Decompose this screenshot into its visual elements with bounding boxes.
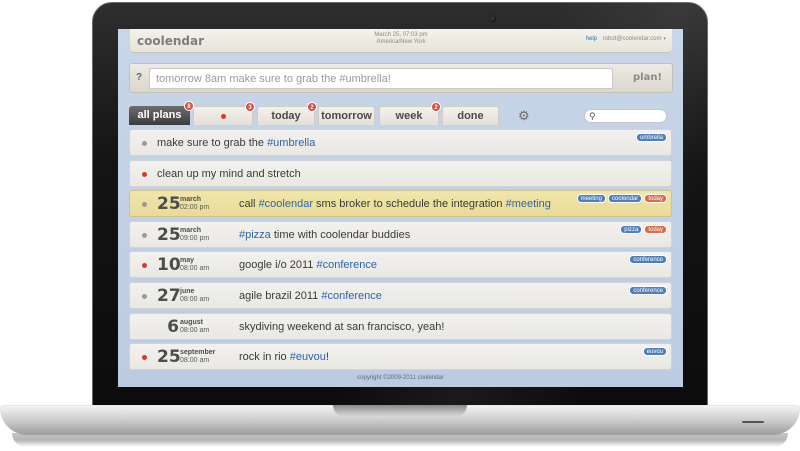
item-text: clean up my mind and stretch [157,168,301,180]
label-badge[interactable]: pizza [620,225,643,234]
item-labels: pizza today [618,218,667,236]
tab-label: done [457,110,484,122]
list-item[interactable]: 25 march 02:00 pm call #coolendar sms br… [129,190,672,217]
item-text: call #coolendar sms broker to schedule t… [239,198,551,210]
account-email: robot@coolendar.com [602,36,662,42]
tab-week[interactable]: week 2 [379,102,441,125]
quick-add-bar: ? plan! [129,63,673,93]
account-menu[interactable]: robot@coolendar.com ▾ [603,36,666,42]
account-area: help robot@coolendar.com ▾ [586,36,666,42]
item-labels: umbrella [634,126,667,144]
item-month: march [180,227,202,234]
gear-icon[interactable]: ⚙ [518,108,530,123]
question-icon: ? [136,72,143,83]
header-bar: coolendar March 25, 07:03 pm America/New… [130,29,672,53]
list-item[interactable]: 10 may 08:00 am google i/o 2011 #confere… [129,251,672,278]
tab-label: tomorrow [321,110,372,122]
app-screen: coolendar March 25, 07:03 pm America/New… [118,29,683,387]
item-day: 25 [157,225,181,245]
item-month: august [180,319,203,326]
tab-label: all plans [137,109,182,121]
item-day: 27 [157,286,181,306]
status-bullet [142,233,147,238]
item-time: 08:00 am [180,357,210,364]
webcam-icon [489,15,497,23]
item-time: 08:00 am [180,327,210,334]
hashtag-link[interactable]: #pizza [239,229,271,241]
status-bullet [142,263,147,268]
hashtag-link[interactable]: #coolendar [259,198,313,210]
hashtag-link[interactable]: #euvou [290,351,326,363]
red-dot-icon [220,113,226,119]
lid-opening-notch [333,405,467,417]
item-time: 08:00 am [180,296,210,303]
item-text: skydiving weekend at san francisco, yeah… [239,321,445,333]
item-time: 02:00 pm [180,204,210,211]
count-badge: 2 [307,102,317,112]
tab-overdue[interactable]: 3 [193,102,255,125]
search-input[interactable]: ⚲ [584,109,667,123]
label-badge[interactable]: meeting [576,194,606,203]
laptop-shadow [12,433,788,447]
search-icon: ⚲ [589,111,596,121]
list-item[interactable]: clean up my mind and stretch [129,160,672,187]
tab-all-plans[interactable]: all plans 8 [129,101,194,125]
tab-tomorrow[interactable]: tomorrow [318,106,375,125]
item-month: june [180,288,195,295]
tab-label: week [395,110,423,122]
list-item[interactable]: 6 august 08:00 am skydiving weekend at s… [129,313,672,340]
item-text: #pizza time with coolendar buddies [239,229,411,241]
status-bullet [142,202,147,207]
filter-tabs: all plans 8 3 today 2 tomorrow week 2 do… [129,101,530,126]
item-month: september [180,349,216,356]
item-day: 25 [157,347,181,367]
disc-slot [742,421,764,423]
hashtag-link[interactable]: #conference [316,259,377,271]
plan-input[interactable] [149,68,613,89]
status-bullet [142,294,147,299]
hashtag-link[interactable]: #umbrella [267,137,315,149]
status-bullet [142,172,147,177]
item-text: rock in rio #euvou! [239,351,329,363]
item-labels: conference [627,248,667,266]
status-bullet [142,355,147,360]
item-text: agile brazil 2011 #conference [239,290,382,302]
item-month: march [180,196,202,203]
item-time: 08:00 am [180,265,210,272]
plan-button[interactable]: plan! [633,72,662,83]
item-text: make sure to grab the #umbrella [157,137,316,149]
item-labels: meeting coolendar today [575,187,667,205]
label-badge[interactable]: conference [629,255,667,264]
item-day: 6 [167,317,179,337]
label-badge[interactable]: today [644,194,667,203]
tab-label: today [271,110,301,122]
label-badge[interactable]: today [644,225,667,234]
tab-today[interactable]: today 2 [257,102,317,125]
list-item[interactable]: 25 september 08:00 am rock in rio #euvou… [129,343,672,370]
list-item[interactable]: 25 march 09:00 pm #pizza time with coole… [129,221,672,248]
item-time: 09:00 pm [180,235,210,242]
item-month: may [180,257,195,264]
label-badge[interactable]: conference [629,286,667,295]
copyright-footer: copyright ©2009-2011 coolendar [357,375,444,381]
count-badge: 2 [431,102,441,112]
list-item[interactable]: 27 june 08:00 am agile brazil 2011 #conf… [129,282,672,309]
item-text: google i/o 2011 #conference [239,259,378,271]
chevron-down-icon: ▾ [663,36,666,42]
status-bullet [142,141,147,146]
label-badge[interactable]: euvou [642,347,667,356]
label-badge[interactable]: umbrella [635,133,667,142]
label-badge[interactable]: coolendar [607,194,643,203]
help-link[interactable]: help [586,36,597,42]
item-day: 10 [157,255,181,275]
item-labels: euvou [641,340,667,358]
count-badge: 3 [245,102,255,112]
hashtag-link[interactable]: #meeting [506,198,551,210]
list-item[interactable]: make sure to grab the #umbrella umbrella [129,129,672,156]
item-labels: conference [627,279,667,297]
hashtag-link[interactable]: #conference [321,290,382,302]
tab-done[interactable]: done [442,106,499,125]
item-day: 25 [157,194,181,214]
